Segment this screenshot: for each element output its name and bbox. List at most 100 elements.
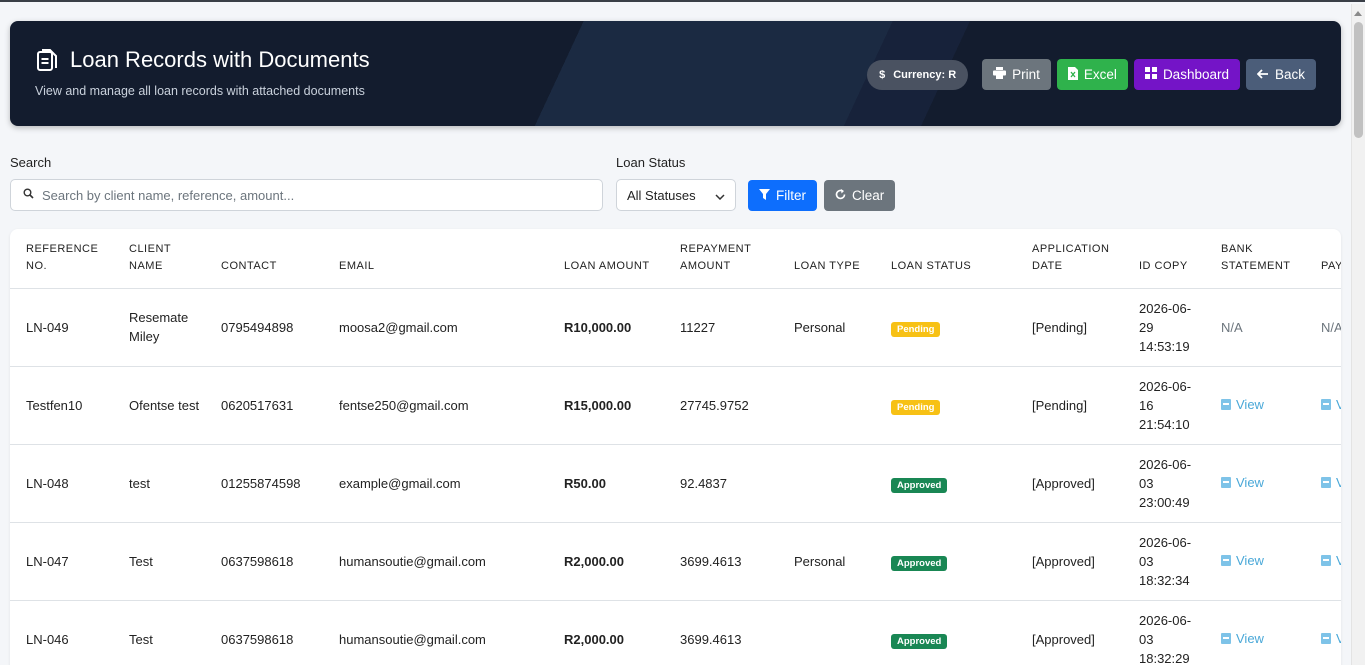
column-header[interactable]: ID COPY <box>1123 229 1205 289</box>
client-name-cell: Test <box>113 522 205 601</box>
currency-label: Currency: R <box>893 68 957 81</box>
print-button[interactable]: Print <box>982 59 1051 90</box>
loan-records-table: REFERENCE NO. CLIENT NAME CONTACT EMAIL … <box>10 229 1341 665</box>
excel-button-label: Excel <box>1083 67 1117 82</box>
view-link-label: View <box>1236 475 1264 490</box>
pdf-file-icon <box>1221 399 1231 410</box>
date-text: 2026-06-03 <box>1139 534 1192 569</box>
application-status-cell: [Pending] <box>1016 288 1123 367</box>
pdf-file-icon <box>1321 633 1331 644</box>
loan-records-table-card: REFERENCE NO. CLIENT NAME CONTACT EMAIL … <box>10 229 1341 665</box>
contact-cell: 01255874598 <box>205 444 323 523</box>
clear-button[interactable]: Clear <box>824 180 896 211</box>
header-banner: Loan Records with Documents View and man… <box>10 21 1341 126</box>
pdf-file-icon <box>1321 555 1331 566</box>
column-header[interactable]: LOAN AMOUNT <box>548 229 664 289</box>
column-header[interactable]: EMAIL <box>323 229 548 289</box>
loan-status-cell: Approved <box>875 444 1016 523</box>
status-badge: Approved <box>891 477 948 493</box>
pdf-file-icon <box>1221 555 1231 566</box>
view-document-link[interactable]: View <box>1221 395 1264 414</box>
column-header[interactable]: CLIENT NAME <box>113 229 205 289</box>
email-cell: example@gmail.com <box>323 444 548 523</box>
view-document-link[interactable]: View <box>1221 473 1264 492</box>
bank-statement-cell: N/A <box>1205 288 1305 367</box>
application-status-cell: [Pending] <box>1016 366 1123 445</box>
repayment-amount-cell: 92.4837 <box>664 444 778 523</box>
application-date-cell: 2026-06-16 21:54:10 <box>1123 366 1205 445</box>
client-name-cell: test <box>113 444 205 523</box>
search-label: Search <box>10 155 52 170</box>
view-document-link[interactable]: View <box>1321 551 1341 570</box>
email-cell: humansoutie@gmail.com <box>323 600 548 665</box>
pdf-file-icon <box>1221 477 1231 488</box>
client-name-cell: Test <box>113 600 205 665</box>
reference-cell: LN-048 <box>10 444 113 523</box>
column-header[interactable]: APPLICATION DATE <box>1016 229 1123 289</box>
column-header[interactable]: REPAYMENT AMOUNT <box>664 229 778 289</box>
date-text: 2026-06-03 <box>1139 456 1192 491</box>
filter-button-label: Filter <box>776 188 806 203</box>
search-field[interactable] <box>10 179 603 211</box>
time-text: 18:32:29 <box>1139 650 1190 665</box>
column-header[interactable]: LOAN TYPE <box>778 229 875 289</box>
view-document-link[interactable]: View <box>1321 395 1341 414</box>
contact-cell: 0795494898 <box>205 288 323 367</box>
email-cell: moosa2@gmail.com <box>323 288 548 367</box>
time-text: 14:53:19 <box>1139 338 1190 354</box>
repayment-amount-cell: 11227 <box>664 288 778 367</box>
column-header[interactable]: REFERENCE NO. <box>10 229 113 289</box>
payslip-cell: View <box>1305 444 1341 523</box>
application-date-cell: 2026-06-03 18:32:29 <box>1123 600 1205 665</box>
column-header[interactable]: PAY <box>1305 229 1341 289</box>
table-header-row: REFERENCE NO. CLIENT NAME CONTACT EMAIL … <box>10 229 1341 289</box>
email-cell: humansoutie@gmail.com <box>323 522 548 601</box>
loan-status-cell: Pending <box>875 366 1016 445</box>
view-document-link[interactable]: View <box>1321 629 1341 648</box>
loan-status-label: Loan Status <box>616 155 686 170</box>
payslip-cell: View <box>1305 522 1341 601</box>
view-link-label: View <box>1336 631 1341 646</box>
loan-type-cell <box>778 600 875 665</box>
time-text: 21:54:10 <box>1139 416 1190 432</box>
dashboard-button[interactable]: Dashboard <box>1133 59 1240 90</box>
column-header[interactable]: CONTACT <box>205 229 323 289</box>
back-button-label: Back <box>1274 67 1305 82</box>
filter-button[interactable]: Filter <box>748 180 817 211</box>
payslip-cell: N/A <box>1305 288 1341 367</box>
time-text: 23:00:49 <box>1139 494 1190 510</box>
view-document-link[interactable]: View <box>1221 551 1264 570</box>
date-text: 2026-06-29 <box>1139 300 1192 335</box>
back-button[interactable]: Back <box>1245 59 1316 90</box>
view-document-link[interactable]: View <box>1321 473 1341 492</box>
table-row: LN-049 Resemate Miley 0795494898 moosa2@gma… <box>10 288 1341 367</box>
loan-amount-cell: R15,000.00 <box>548 366 664 445</box>
currency-badge: $ Currency: R <box>867 59 969 90</box>
table-row: Testfen10 Ofentse test 0620517631 fentse250… <box>10 366 1341 445</box>
status-badge: Pending <box>891 399 941 415</box>
contact-cell: 0637598618 <box>205 600 323 665</box>
page-title-group: Loan Records with Documents <box>36 47 370 73</box>
search-input[interactable] <box>42 187 582 203</box>
view-document-link[interactable]: View <box>1221 629 1264 648</box>
excel-button[interactable]: Excel <box>1056 59 1128 90</box>
application-date-cell: 2026-06-03 18:32:34 <box>1123 522 1205 601</box>
loan-status-selected: All Statuses <box>627 187 696 203</box>
status-badge: Approved <box>891 633 948 649</box>
page-scrollbar[interactable] <box>1351 4 1365 665</box>
column-header[interactable]: LOAN STATUS <box>875 229 1016 289</box>
loan-amount-cell: R50.00 <box>548 444 664 523</box>
client-name-cell: Resemate Miley <box>113 288 205 367</box>
view-link-label: View <box>1336 553 1341 568</box>
arrow-left-icon <box>1256 67 1269 82</box>
table-row: LN-048 test 01255874598 example@gmail.com R5… <box>10 444 1341 523</box>
scroll-up-arrow-icon[interactable] <box>1354 11 1362 16</box>
email-cell: fentse250@gmail.com <box>323 366 548 445</box>
header-actions: $ Currency: R Print Excel Dashboard Back <box>867 59 1316 90</box>
loan-status-select[interactable]: All Statuses <box>616 179 736 211</box>
view-link-label: View <box>1236 553 1264 568</box>
document-icon <box>36 48 58 72</box>
scrollbar-thumb[interactable] <box>1354 22 1363 138</box>
clear-button-label: Clear <box>852 188 885 203</box>
column-header[interactable]: BANK STATEMENT <box>1205 229 1305 289</box>
